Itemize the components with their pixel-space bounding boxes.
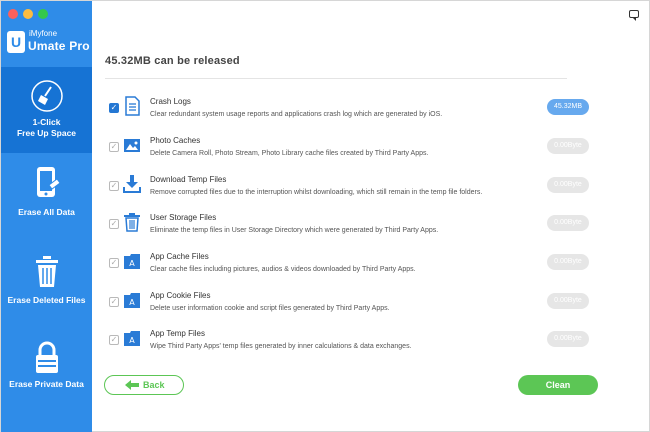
phone-erase-icon	[36, 167, 61, 197]
clean-button[interactable]: Clean	[518, 375, 598, 395]
svg-text:A: A	[129, 336, 135, 345]
brand-product-name: Umate Pro	[28, 39, 90, 53]
sidebar-item-erase-all-data[interactable]: Erase All Data	[1, 153, 92, 241]
item-checkbox[interactable]: ✓	[109, 142, 119, 152]
sidebar-item-label: Erase Deleted Files	[7, 295, 86, 305]
item-description: Delete user information cookie and scrip…	[150, 305, 390, 312]
trash-icon	[35, 256, 58, 287]
svg-text:A: A	[129, 298, 135, 307]
lock-icon	[35, 341, 58, 373]
item-checkbox[interactable]: ✓	[109, 219, 119, 229]
back-button-label: Back	[143, 380, 165, 390]
sidebar-item-erase-private-data[interactable]: Erase Private Data	[1, 329, 92, 419]
brand-logo-icon: U	[7, 31, 25, 53]
back-arrow-icon	[125, 380, 139, 390]
item-size-badge: 0.00Byte	[547, 138, 589, 154]
item-checkbox[interactable]: ✓	[109, 297, 119, 307]
app-folder-icon: A	[124, 293, 140, 308]
item-title: App Cache Files	[150, 252, 209, 261]
item-description: Delete Camera Roll, Photo Stream, Photo …	[150, 150, 429, 157]
item-size-badge: 0.00Byte	[547, 293, 589, 309]
list-item-download-temp-files: ✓ Download Temp Files Remove corrupted f…	[105, 169, 595, 205]
item-checkbox[interactable]: ✓	[109, 258, 119, 268]
photo-icon	[124, 139, 140, 152]
list-item-crash-logs: ✓ Crash Logs Clear redundant system usag…	[105, 91, 595, 127]
item-checkbox[interactable]: ✓	[109, 335, 119, 345]
item-description: Wipe Third Party Apps' temp files genera…	[150, 343, 412, 350]
item-size-badge: 0.00Byte	[547, 215, 589, 231]
item-size-badge: 0.00Byte	[547, 254, 589, 270]
close-window-button[interactable]	[8, 9, 18, 19]
list-item-photo-caches: ✓ Photo Caches Delete Camera Roll, Photo…	[105, 130, 595, 166]
item-checkbox[interactable]: ✓	[109, 181, 119, 191]
list-item-app-cookie-files: ✓ A App Cookie Files Delete user informa…	[105, 285, 595, 321]
brand: U iMyfone Umate Pro	[5, 27, 91, 57]
back-button[interactable]: Back	[104, 375, 184, 395]
item-title: Download Temp Files	[150, 175, 227, 184]
item-title: Photo Caches	[150, 136, 201, 145]
sidebar-item-free-up-space[interactable]: 1-Click Free Up Space	[1, 67, 92, 153]
item-description: Clear cache files including pictures, au…	[150, 266, 416, 273]
download-icon	[123, 175, 141, 193]
app-window: U iMyfone Umate Pro 1-Click Free Up Spac…	[0, 0, 650, 432]
maximize-window-button[interactable]	[38, 9, 48, 19]
app-folder-icon: A	[124, 331, 140, 346]
sidebar-item-erase-deleted-files[interactable]: Erase Deleted Files	[1, 241, 92, 329]
sidebar-item-label: Erase All Data	[18, 207, 75, 217]
document-icon	[125, 96, 140, 116]
item-description: Clear redundant system usage reports and…	[150, 111, 443, 118]
item-title: Crash Logs	[150, 97, 191, 106]
item-size-badge: 0.00Byte	[547, 177, 589, 193]
item-checkbox[interactable]: ✓	[109, 103, 119, 113]
svg-text:A: A	[129, 259, 135, 268]
sidebar-item-label: 1-Click	[32, 117, 61, 127]
app-folder-icon: A	[124, 254, 140, 269]
item-description: Remove corrupted files due to the interr…	[150, 189, 483, 196]
list-item-user-storage-files: ✓ User Storage Files Eliminate the temp …	[105, 207, 595, 243]
list-item-app-temp-files: ✓ A App Temp Files Wipe Third Party Apps…	[105, 323, 595, 359]
minimize-window-button[interactable]	[23, 9, 33, 19]
list-item-app-cache-files: ✓ A App Cache Files Clear cache files in…	[105, 246, 595, 282]
item-size-badge: 45.32MB	[547, 99, 589, 115]
sidebar-item-label: Free Up Space	[16, 128, 77, 138]
window-controls	[8, 9, 48, 19]
sidebar-item-label: Erase Private Data	[9, 379, 84, 389]
page-title: 45.32MB can be released	[105, 55, 240, 67]
title-divider	[105, 78, 567, 79]
item-size-badge: 0.00Byte	[547, 331, 589, 347]
broom-icon	[30, 80, 63, 112]
brand-company: iMyfone	[29, 29, 58, 38]
trash-can-icon	[124, 213, 140, 232]
item-title: App Cookie Files	[150, 291, 211, 300]
item-title: User Storage Files	[150, 213, 217, 222]
item-description: Eliminate the temp files in User Storage…	[150, 227, 439, 234]
feedback-icon[interactable]	[629, 10, 639, 21]
sidebar: U iMyfone Umate Pro 1-Click Free Up Spac…	[1, 1, 92, 432]
item-title: App Temp Files	[150, 329, 205, 338]
